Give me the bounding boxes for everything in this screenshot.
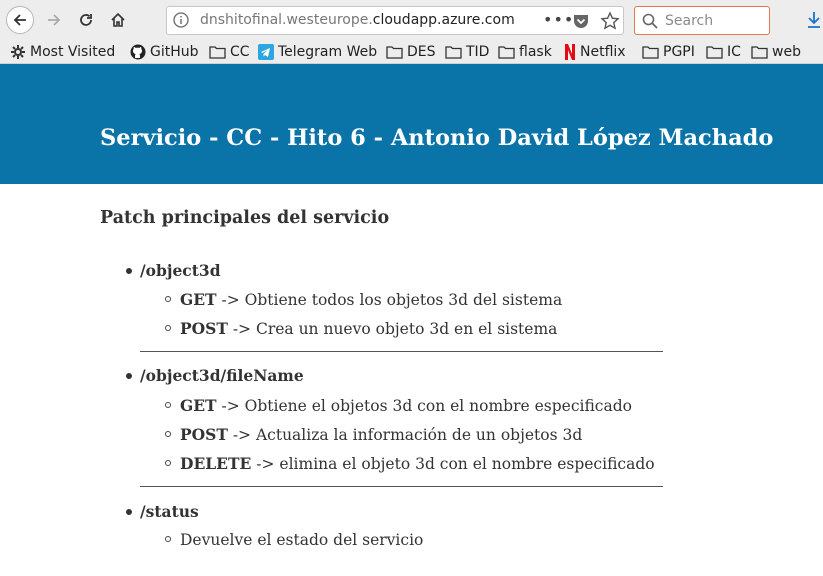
bullet-dot: [126, 509, 132, 515]
forward-arrow-icon: [48, 14, 61, 26]
bookmark-netflix[interactable]: Netflix: [564, 42, 626, 62]
gear-icon: [11, 45, 25, 59]
folder-icon: [751, 46, 768, 59]
bookmark-folder-des[interactable]: DES: [386, 42, 436, 62]
back-arrow-icon: [13, 14, 26, 26]
bullet-circle: [165, 431, 171, 437]
back-button[interactable]: [6, 6, 34, 34]
section-title: Patch principales del servicio: [100, 208, 390, 228]
bookmark-folder-cc[interactable]: CC: [209, 42, 250, 62]
browser-toolbar: dnshitofinal.westeurope.cloudapp.azure.c…: [0, 0, 823, 40]
page-title: Servicio - CC - Hito 6 - Antonio David L…: [100, 125, 774, 151]
home-button[interactable]: [104, 6, 132, 34]
bullet-circle: [165, 402, 171, 408]
http-method: POST: [180, 319, 228, 338]
github-icon: [130, 44, 146, 60]
home-icon: [111, 12, 125, 27]
reload-icon: [80, 14, 92, 26]
bullet-circle: [165, 536, 171, 542]
bookmark-label: Most Visited: [30, 44, 116, 60]
reload-button[interactable]: [72, 6, 100, 34]
http-method: GET: [180, 290, 217, 309]
bookmark-folder-web[interactable]: web: [751, 42, 801, 62]
bookmark-label: Netflix: [580, 44, 626, 60]
pocket-icon[interactable]: [572, 12, 590, 34]
url-prefix: dnshitofinal.westeurope.: [200, 12, 373, 28]
bookmark-folder-ic[interactable]: IC: [706, 42, 741, 62]
method-description: -> Crea un nuevo objeto 3d en el sistema: [227, 320, 558, 338]
bookmark-label: web: [772, 44, 801, 60]
bookmark-label: CC: [230, 44, 250, 60]
bookmark-telegram-web[interactable]: Telegram Web: [258, 42, 377, 62]
forward-button[interactable]: [40, 6, 68, 34]
search-bar[interactable]: [634, 6, 770, 35]
endpoint-path: /status: [140, 502, 199, 521]
method-description: -> Obtiene el objetos 3d con el nombre e…: [216, 397, 632, 415]
bullet-circle: [165, 460, 171, 466]
bullet-dot: [126, 268, 132, 274]
folder-icon: [706, 46, 723, 59]
url-domain: cloudapp.azure.com: [372, 12, 515, 28]
folder-icon: [386, 46, 403, 59]
folder-icon: [445, 46, 462, 59]
bookmark-label: Telegram Web: [278, 44, 378, 60]
bookmark-github[interactable]: GitHub: [130, 42, 199, 62]
telegram-icon: [258, 44, 274, 60]
http-method: POST: [180, 425, 228, 444]
netflix-icon: [565, 44, 575, 60]
bookmark-folder-flask[interactable]: flask: [498, 42, 552, 62]
search-input[interactable]: [665, 11, 765, 31]
divider: [140, 486, 663, 487]
bookmark-label: DES: [407, 44, 436, 60]
method-description: -> Actualiza la información de un objeto…: [227, 426, 583, 444]
bookmark-star-icon[interactable]: [600, 11, 620, 35]
folder-icon: [498, 46, 515, 59]
bookmark-label: IC: [727, 44, 741, 60]
page-header-banner: Servicio - CC - Hito 6 - Antonio David L…: [0, 64, 823, 184]
bookmark-folder-pgpi[interactable]: PGPI: [642, 42, 695, 62]
site-info-icon[interactable]: [172, 11, 190, 33]
endpoint-path: /object3d/fileName: [140, 366, 304, 385]
folder-icon: [209, 46, 226, 59]
method-description: -> Obtiene todos los objetos 3d del sist…: [216, 291, 563, 309]
http-method: GET: [180, 396, 217, 415]
folder-icon: [642, 46, 659, 59]
bullet-circle: [165, 325, 171, 331]
bullet-dot: [126, 373, 132, 379]
method-description: -> elimina el objeto 3d con el nombre es…: [251, 455, 655, 473]
url-bar[interactable]: dnshitofinal.westeurope.cloudapp.azure.c…: [166, 6, 624, 35]
method-description: Devuelve el estado del servicio: [180, 531, 424, 549]
http-method: DELETE: [180, 454, 252, 473]
bookmark-folder-tid[interactable]: TID: [445, 42, 489, 62]
bookmarks-toolbar: Most Visited GitHub CC Telegram Web DES …: [0, 40, 823, 64]
bookmark-label: TID: [466, 44, 490, 60]
page-actions-icon[interactable]: •••: [543, 10, 574, 29]
divider: [140, 351, 663, 352]
bookmark-label: PGPI: [663, 44, 695, 60]
download-icon[interactable]: [806, 10, 822, 34]
bookmark-most-visited[interactable]: Most Visited: [10, 42, 115, 62]
search-icon: [641, 12, 659, 34]
bullet-circle: [165, 296, 171, 302]
bookmark-label: flask: [519, 44, 552, 60]
bookmark-label: GitHub: [150, 44, 199, 60]
endpoint-path: /object3d: [140, 261, 221, 280]
url-text[interactable]: dnshitofinal.westeurope.cloudapp.azure.c…: [200, 12, 515, 28]
